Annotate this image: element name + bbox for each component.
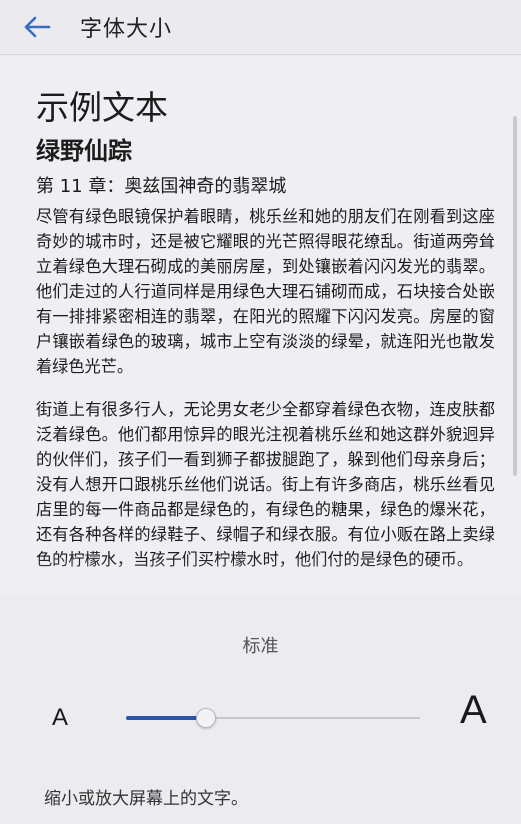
chapter-title: 第 11 章：奥兹国神奇的翡翠城 xyxy=(36,176,287,197)
page-title: 字体大小 xyxy=(80,17,173,42)
book-title: 绿野仙踪 xyxy=(36,137,132,165)
large-font-icon: A xyxy=(460,688,487,732)
sample-paragraph: 街道上有很多行人，无论男女老少全都穿着绿色衣物，连皮肤都泛着绿色。他们都用惊异的… xyxy=(36,400,495,569)
sample-text-preview[interactable]: 示例文本 绿野仙踪 第 11 章：奥兹国神奇的翡翠城 尽管有绿色眼镜保护着眼睛，… xyxy=(0,56,521,596)
small-font-icon: A xyxy=(52,704,69,731)
back-button[interactable] xyxy=(16,6,58,48)
title-bar: 字体大小 xyxy=(0,0,521,55)
preview-scrollbar[interactable] xyxy=(513,116,517,476)
slider-fill xyxy=(126,716,206,720)
font-size-screen: 字体大小 示例文本 绿野仙踪 第 11 章：奥兹国神奇的翡翠城 尽管有绿色眼镜保… xyxy=(0,0,521,824)
sample-paragraph: 尽管有绿色眼镜保护着眼睛，桃乐丝和她的朋友们在刚看到这座奇妙的城市时，还是被它耀… xyxy=(36,207,495,376)
font-size-level-label: 标准 xyxy=(242,636,279,657)
font-size-hint: 缩小或放大屏幕上的文字。 xyxy=(44,789,248,809)
font-size-controls: 标准 A A 缩小或放大屏幕上的文字。 xyxy=(0,596,521,824)
font-size-slider[interactable] xyxy=(126,708,420,728)
slider-thumb[interactable] xyxy=(196,708,217,728)
sample-heading: 示例文本 xyxy=(36,88,168,127)
arrow-left-icon xyxy=(24,16,51,38)
